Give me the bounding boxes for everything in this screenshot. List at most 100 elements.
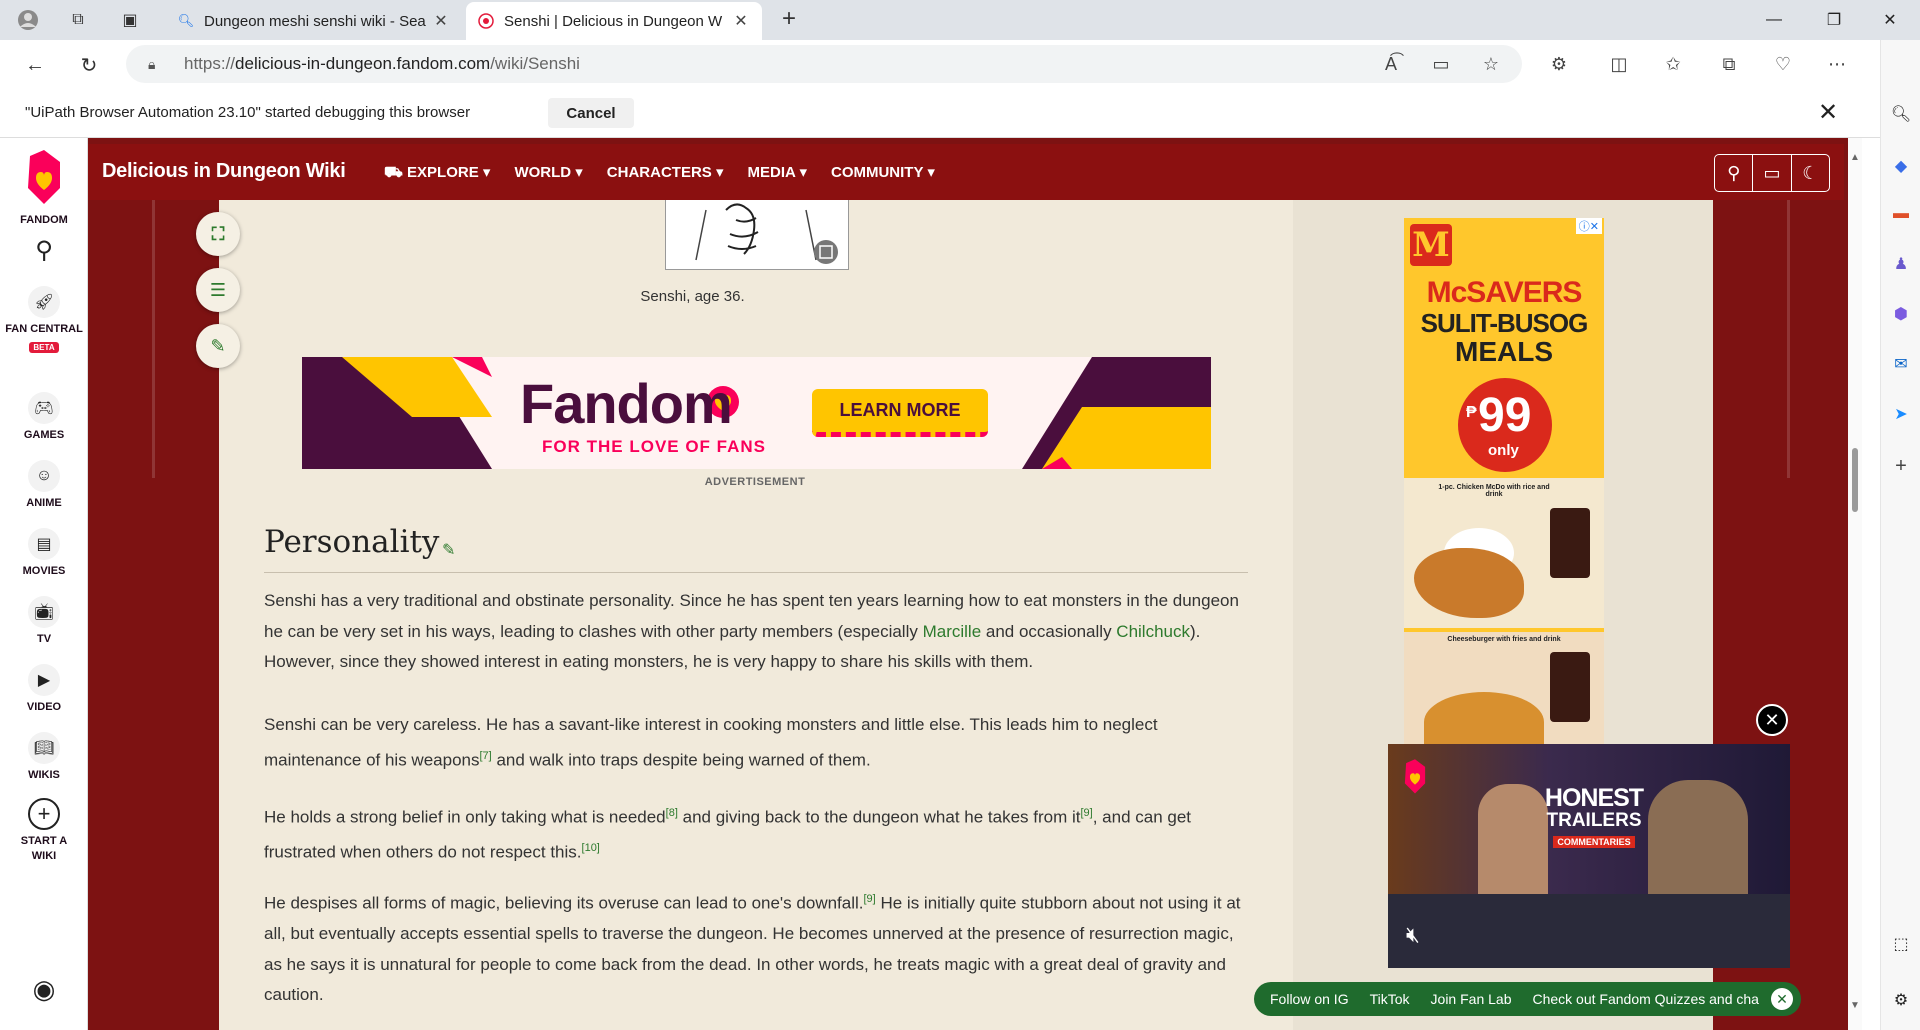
vertical-tabs-icon[interactable]: ▣ [116, 6, 144, 34]
nav-world[interactable]: WORLD ▾ [514, 163, 582, 183]
close-window-icon[interactable]: ✕ [1862, 0, 1918, 40]
close-tab-icon[interactable]: ✕ [432, 11, 450, 31]
nav-explore[interactable]: ⛟ EXPLORE ▾ [384, 163, 490, 183]
tab-search[interactable]: 🔍︎ Dungeon meshi senshi wiki - Sea ✕ [166, 2, 462, 40]
discussions-icon[interactable]: ▭ [1753, 155, 1792, 191]
theme-toggle-moon-icon[interactable]: ☾ [1792, 155, 1829, 191]
rail-fan-central[interactable]: 🚀︎ FAN CENTRAL BETA [0, 286, 88, 355]
nav-characters[interactable]: CHARACTERS ▾ [607, 163, 724, 183]
back-icon[interactable]: ← [20, 50, 50, 80]
scroll-up-icon[interactable]: ▲ [1850, 152, 1860, 163]
rail-user[interactable]: ◉ [0, 974, 88, 1005]
link-chilchuck[interactable]: Chilchuck [1116, 622, 1190, 641]
workspaces-icon[interactable]: ⧉ [64, 6, 92, 34]
split-screen-icon[interactable]: ◫ [1604, 49, 1634, 79]
reference-link[interactable]: [9] [1080, 807, 1092, 819]
muted-speaker-icon[interactable]: 🔇︎ [1406, 922, 1436, 952]
wiki-nav: ⛟ EXPLORE ▾ WORLD ▾ CHARACTERS ▾ MEDIA ▾… [384, 163, 959, 183]
quizzes-link[interactable]: Check out Fandom Quizzes and cha [1532, 991, 1758, 1007]
rail-anime[interactable]: ☺ ANIME [0, 460, 88, 511]
reference-link[interactable]: [8] [666, 807, 678, 819]
favorite-star-icon[interactable]: ☆ [1476, 49, 1506, 79]
reference-link[interactable]: [10] [582, 842, 600, 854]
rail-games[interactable]: 🎮︎ GAMES [0, 392, 88, 443]
scroll-down-icon[interactable]: ▼ [1850, 1000, 1860, 1011]
search-icon: 🔍︎ [177, 13, 195, 28]
featured-video-player[interactable]: HONEST TRAILERS COMMENTARIES 🔇︎ [1388, 744, 1790, 968]
new-tab-icon[interactable]: + [775, 6, 803, 34]
fandom-watermark-icon [1400, 758, 1430, 801]
mcdonalds-logo-icon: M [1410, 224, 1452, 266]
reference-link[interactable]: [7] [479, 750, 491, 762]
link-marcille[interactable]: Marcille [923, 622, 982, 641]
games-icon[interactable]: ♟ [1889, 252, 1913, 276]
ad-choices-icon[interactable]: ⓘ✕ [1575, 218, 1602, 234]
rail-wikis[interactable]: 📖︎ WIKIS [0, 732, 88, 783]
settings-gear-icon[interactable]: ⚙ [1889, 988, 1913, 1012]
shopping-tag-icon[interactable]: ◆ [1889, 154, 1913, 178]
rail-video[interactable]: ▶ VIDEO [0, 664, 88, 715]
refresh-icon[interactable]: ↻ [74, 50, 104, 80]
minimize-icon[interactable]: — [1746, 0, 1802, 40]
nav-community[interactable]: COMMUNITY ▾ [831, 163, 935, 183]
movies-icon: ▤ [28, 528, 60, 560]
fandom-logo-icon [28, 150, 60, 204]
lock-icon[interactable]: 🔒︎ [148, 56, 168, 73]
favorites-icon[interactable]: ✩ [1658, 49, 1688, 79]
follow-ig-link[interactable]: Follow on IG [1270, 991, 1349, 1007]
rail-movies[interactable]: ▤ MOVIES [0, 528, 88, 579]
close-infobar-icon[interactable]: ✕ [1818, 98, 1838, 127]
debug-message: "UiPath Browser Automation 23.10" starte… [25, 104, 471, 121]
wiki-title[interactable]: Delicious in Dungeon Wiki [102, 160, 346, 183]
url-field[interactable]: 🔒︎ https://delicious-in-dungeon.fandom.c… [126, 45, 1522, 83]
page-scrollbar[interactable]: ▲ ▼ [1848, 138, 1862, 1030]
user-avatar-icon: ◉ [32, 974, 56, 1004]
senshi-hands-drawing [695, 203, 838, 264]
collections-icon[interactable]: ⧉ [1714, 49, 1744, 79]
nav-media[interactable]: MEDIA ▾ [748, 163, 807, 183]
beta-badge: BETA [29, 342, 59, 353]
add-sidebar-app-icon[interactable]: + [1889, 454, 1913, 478]
immersive-reader-icon[interactable]: ▭ [1426, 49, 1456, 79]
cancel-button[interactable]: Cancel [548, 98, 634, 128]
gamepad-icon: 🎮︎ [28, 392, 60, 424]
profile-icon[interactable] [14, 6, 42, 34]
edit-pencil-icon[interactable]: ✎ [196, 324, 240, 368]
paragraph-1: Senshi has a very traditional and obstin… [264, 591, 1239, 671]
close-promo-icon[interactable]: ✕ [1770, 988, 1793, 1010]
restore-icon[interactable]: ❐ [1806, 0, 1862, 40]
close-tab-icon[interactable]: ✕ [732, 11, 750, 31]
wikis-icon: 📖︎ [28, 732, 60, 764]
screenshot-icon[interactable]: ⬚ [1889, 932, 1913, 956]
more-menu-icon[interactable]: ⋯ [1822, 49, 1852, 79]
fandom-logo[interactable]: FANDOM [0, 148, 88, 228]
tiktok-link[interactable]: TikTok [1370, 991, 1410, 1007]
reference-link[interactable]: [9] [864, 893, 876, 905]
search-icon[interactable]: 🔍︎ [1889, 102, 1913, 126]
close-video-icon[interactable]: ✕ [1756, 704, 1788, 736]
learn-more-button[interactable]: LEARN MORE [812, 389, 988, 437]
table-of-contents-icon[interactable]: ☰ [196, 268, 240, 312]
rail-tv[interactable]: 📺︎ TV [0, 596, 88, 647]
read-aloud-icon[interactable]: A͡ [1376, 49, 1406, 79]
extensions-icon[interactable]: ⚙ [1544, 49, 1574, 79]
rail-start-wiki[interactable]: + START A WIKI [0, 798, 88, 864]
tools-icon[interactable]: ▬ [1889, 202, 1913, 226]
fandom-search[interactable]: ⚲ [0, 236, 88, 265]
debug-info-bar: "UiPath Browser Automation 23.10" starte… [0, 88, 1880, 138]
advertisement-label: ADVERTISEMENT [704, 476, 806, 488]
expand-icon[interactable]: ⛶ [196, 212, 240, 256]
url-text: https://delicious-in-dungeon.fandom.com/… [184, 54, 580, 73]
browser-essentials-icon[interactable]: ♡ [1768, 49, 1798, 79]
section-edit-icon[interactable]: ✎ [442, 540, 455, 560]
senshi-image[interactable] [665, 200, 849, 270]
mcdonalds-side-ad[interactable]: M ⓘ✕ McSAVERS SULIT-BUSOG MEALS ₱ 99 onl… [1404, 218, 1604, 748]
fandom-ad-banner[interactable]: Fandom FOR THE LOVE OF FANS LEARN MORE [302, 357, 1211, 469]
outlook-icon[interactable]: ✉ [1889, 352, 1913, 376]
telegram-icon[interactable]: ➤ [1889, 402, 1913, 426]
tab-senshi[interactable]: Senshi | Delicious in Dungeon W ✕ [466, 2, 762, 40]
wiki-search-icon[interactable]: ⚲ [1715, 155, 1754, 191]
join-fan-lab-link[interactable]: Join Fan Lab [1431, 991, 1512, 1007]
scrollbar-thumb[interactable] [1852, 448, 1858, 512]
microsoft-365-icon[interactable]: ⬢ [1889, 302, 1913, 326]
